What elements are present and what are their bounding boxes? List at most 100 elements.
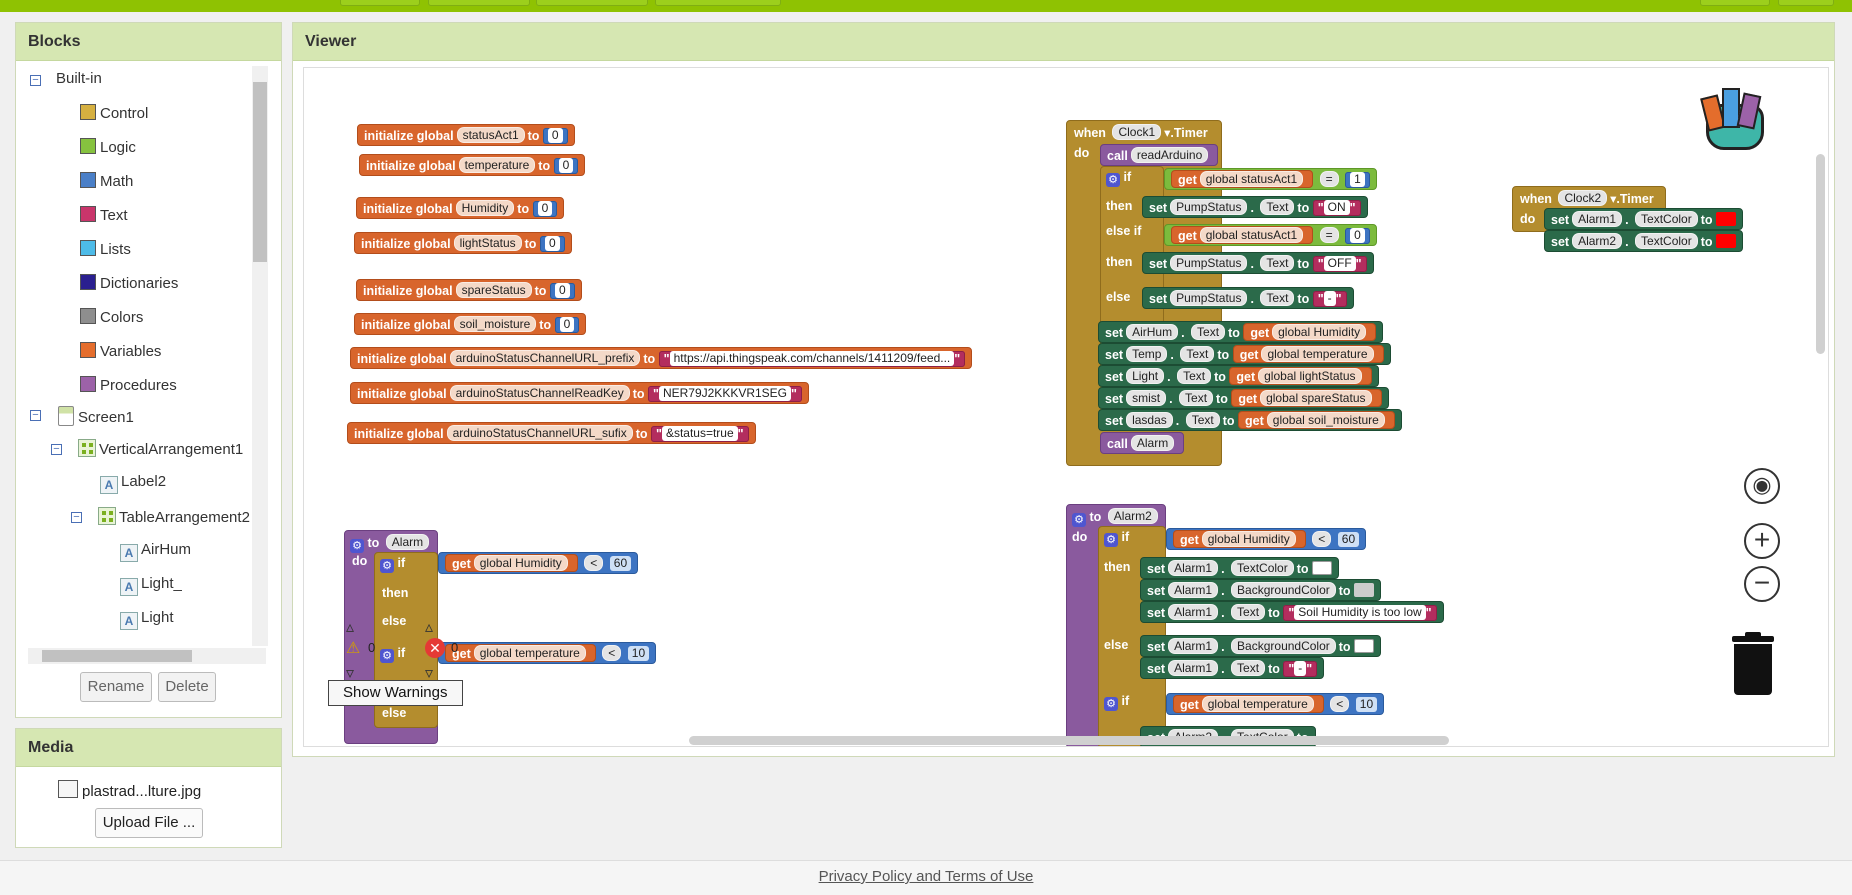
text-swatch-icon bbox=[80, 206, 96, 222]
toolbar-button-3[interactable] bbox=[536, 0, 648, 6]
label-icon: A bbox=[120, 578, 138, 596]
init-global-block[interactable]: initialize global arduinoStatusChannelRea… bbox=[350, 382, 809, 404]
tree-light-underscore[interactable]: A Light_ bbox=[120, 575, 182, 596]
compare-block[interactable]: get global statusAct1 = 1 bbox=[1164, 168, 1377, 190]
gray-color-swatch[interactable] bbox=[1354, 583, 1375, 597]
top-toolbar bbox=[0, 0, 1852, 12]
init-global-block[interactable]: initialize global Humidity to 0 bbox=[356, 197, 565, 219]
privacy-policy-link[interactable]: Privacy Policy and Terms of Use bbox=[0, 868, 1852, 885]
warning-count: 0 bbox=[368, 640, 376, 655]
set-label-text[interactable]: set Light. Text to get global lightStatus bbox=[1098, 365, 1379, 387]
workspace-horizontal-scrollbar[interactable] bbox=[689, 736, 1449, 745]
white-color-swatch[interactable] bbox=[1354, 639, 1375, 653]
category-colors[interactable]: Colors bbox=[80, 308, 143, 326]
tree-screen1[interactable]: Screen1 bbox=[58, 406, 134, 426]
when-keyword: when Clock2 ▾.Timer bbox=[1520, 190, 1654, 206]
compare-block[interactable]: get global statusAct1 = 0 bbox=[1164, 224, 1377, 246]
category-math[interactable]: Math bbox=[80, 172, 133, 190]
init-global-block[interactable]: initialize global soil_moisture to 0 bbox=[354, 313, 587, 335]
blocks-tree: − Built-in Control Logic Math Text Lists… bbox=[14, 54, 274, 654]
tree-horizontal-scrollbar[interactable] bbox=[28, 648, 266, 664]
red-color-swatch[interactable] bbox=[1716, 234, 1737, 248]
category-lists[interactable]: Lists bbox=[80, 240, 131, 258]
dictionaries-swatch-icon bbox=[80, 274, 96, 290]
tree-light[interactable]: A Light bbox=[120, 609, 174, 630]
call-read-arduino[interactable]: call readArduino bbox=[1100, 144, 1219, 166]
media-file-item[interactable]: plastrad...lture.jpg bbox=[58, 780, 201, 800]
set-label-text[interactable]: set smist. Text to get global spareStatus bbox=[1098, 387, 1389, 409]
else-keyword: else bbox=[1106, 290, 1131, 304]
set-alarm1-bgcolor[interactable]: set Alarm1. BackgroundColor to bbox=[1140, 635, 1382, 657]
collapse-icon[interactable]: − bbox=[71, 512, 82, 523]
lists-swatch-icon bbox=[80, 240, 96, 256]
scrollbar-thumb[interactable] bbox=[253, 82, 267, 262]
set-label-text[interactable]: set Temp. Text to get global temperature bbox=[1098, 343, 1391, 365]
set-alarm1-text[interactable]: set Alarm1. Text to " Soil Humidity is too … bbox=[1140, 601, 1444, 623]
upload-file-button[interactable]: Upload File ... bbox=[95, 808, 203, 838]
init-global-block[interactable]: initialize global spareStatus to 0 bbox=[356, 279, 582, 301]
init-global-block[interactable]: initialize global temperature to 0 bbox=[359, 154, 586, 176]
warning-icon: ⚠ bbox=[346, 640, 361, 657]
set-alarm1-text[interactable]: set Alarm1. Text to " - " bbox=[1140, 657, 1325, 679]
category-control[interactable]: Control bbox=[80, 104, 148, 122]
blocks-workspace[interactable]: initialize global statusAct1 to 0 initiali… bbox=[303, 67, 1829, 747]
set-alarm-textcolor[interactable]: set Alarm1. TextColor to bbox=[1544, 208, 1744, 230]
category-variables[interactable]: Variables bbox=[80, 342, 161, 360]
then-keyword: then bbox=[1106, 255, 1133, 269]
tree-airhum[interactable]: A AirHum bbox=[120, 541, 191, 562]
category-procedures[interactable]: Procedures bbox=[80, 376, 177, 394]
tree-table-arrangement[interactable]: TableArrangement2 bbox=[98, 507, 250, 526]
scrollbar-thumb[interactable] bbox=[42, 650, 192, 662]
tree-builtin[interactable]: Built-in bbox=[56, 70, 102, 87]
toolbar-button-1[interactable] bbox=[340, 0, 420, 6]
collapse-icon[interactable]: − bbox=[30, 410, 41, 421]
backpack-icon[interactable] bbox=[1698, 82, 1768, 156]
init-global-block[interactable]: initialize global statusAct1 to 0 bbox=[357, 124, 575, 146]
set-label-text[interactable]: set AirHum. Text to get global Humidity bbox=[1098, 321, 1384, 343]
set-alarm1-textcolor[interactable]: set Alarm1. TextColor to bbox=[1140, 557, 1340, 579]
toolbar-button-2[interactable] bbox=[428, 0, 530, 6]
collapse-icon[interactable]: − bbox=[30, 75, 41, 86]
gear-icon: ⚙ bbox=[350, 539, 364, 553]
compare-block[interactable]: get global temperature < 10 bbox=[438, 642, 657, 664]
set-pump-status[interactable]: set PumpStatus. Text to " OFF " bbox=[1142, 252, 1374, 274]
trash-icon[interactable] bbox=[1732, 632, 1774, 696]
workspace-vertical-scrollbar[interactable] bbox=[1816, 154, 1825, 354]
compare-block[interactable]: get global Humidity < 60 bbox=[438, 552, 639, 574]
set-label-text[interactable]: set lasdas. Text to get global soil_moistur… bbox=[1098, 409, 1402, 431]
compare-block[interactable]: get global temperature < 10 bbox=[1166, 693, 1385, 715]
toolbar-button-4[interactable] bbox=[655, 0, 781, 6]
set-alarm1-bgcolor[interactable]: set Alarm1. BackgroundColor to bbox=[1140, 579, 1382, 601]
init-global-block[interactable]: initialize global arduinoStatusChannelURL… bbox=[347, 422, 756, 444]
toolbar-button-6[interactable] bbox=[1778, 0, 1834, 6]
category-text[interactable]: Text bbox=[80, 206, 128, 224]
warning-nav-up-icon[interactable]: ▵ bbox=[346, 617, 354, 637]
delete-button[interactable]: Delete bbox=[158, 672, 216, 702]
init-global-block[interactable]: initialize global arduinoStatusChannelURL… bbox=[350, 347, 973, 369]
rename-button[interactable]: Rename bbox=[80, 672, 152, 702]
zoom-in-icon[interactable]: + bbox=[1744, 523, 1780, 559]
tree-vertical-arrangement[interactable]: VerticalArrangement1 bbox=[78, 439, 243, 458]
zoom-out-icon[interactable]: − bbox=[1744, 566, 1780, 602]
collapse-icon[interactable]: − bbox=[51, 444, 62, 455]
tree-vertical-scrollbar[interactable] bbox=[252, 66, 268, 646]
red-color-swatch[interactable] bbox=[1716, 212, 1737, 226]
else-keyword: else bbox=[382, 614, 407, 628]
compare-block[interactable]: get global Humidity < 60 bbox=[1166, 528, 1367, 550]
toolbar-button-5[interactable] bbox=[1700, 0, 1770, 6]
do-keyword: do bbox=[352, 554, 368, 568]
tree-label2[interactable]: A Label2 bbox=[100, 473, 166, 494]
recenter-icon[interactable]: ◉ bbox=[1744, 468, 1780, 504]
error-nav-up-icon[interactable]: ▵ bbox=[425, 617, 433, 637]
label-icon: A bbox=[120, 612, 138, 630]
set-alarm-textcolor[interactable]: set Alarm2. TextColor to bbox=[1544, 230, 1744, 252]
set-pump-status[interactable]: set PumpStatus. Text to " - " bbox=[1142, 287, 1354, 309]
white-color-swatch[interactable] bbox=[1312, 561, 1333, 575]
media-panel-title: Media bbox=[16, 729, 281, 767]
category-dictionaries[interactable]: Dictionaries bbox=[80, 274, 178, 292]
category-logic[interactable]: Logic bbox=[80, 138, 136, 156]
call-alarm[interactable]: call Alarm bbox=[1100, 432, 1185, 454]
init-global-block[interactable]: initialize global lightStatus to 0 bbox=[354, 232, 572, 254]
set-pump-status[interactable]: set PumpStatus. Text to " ON " bbox=[1142, 196, 1368, 218]
show-warnings-button[interactable]: Show Warnings bbox=[328, 680, 463, 706]
